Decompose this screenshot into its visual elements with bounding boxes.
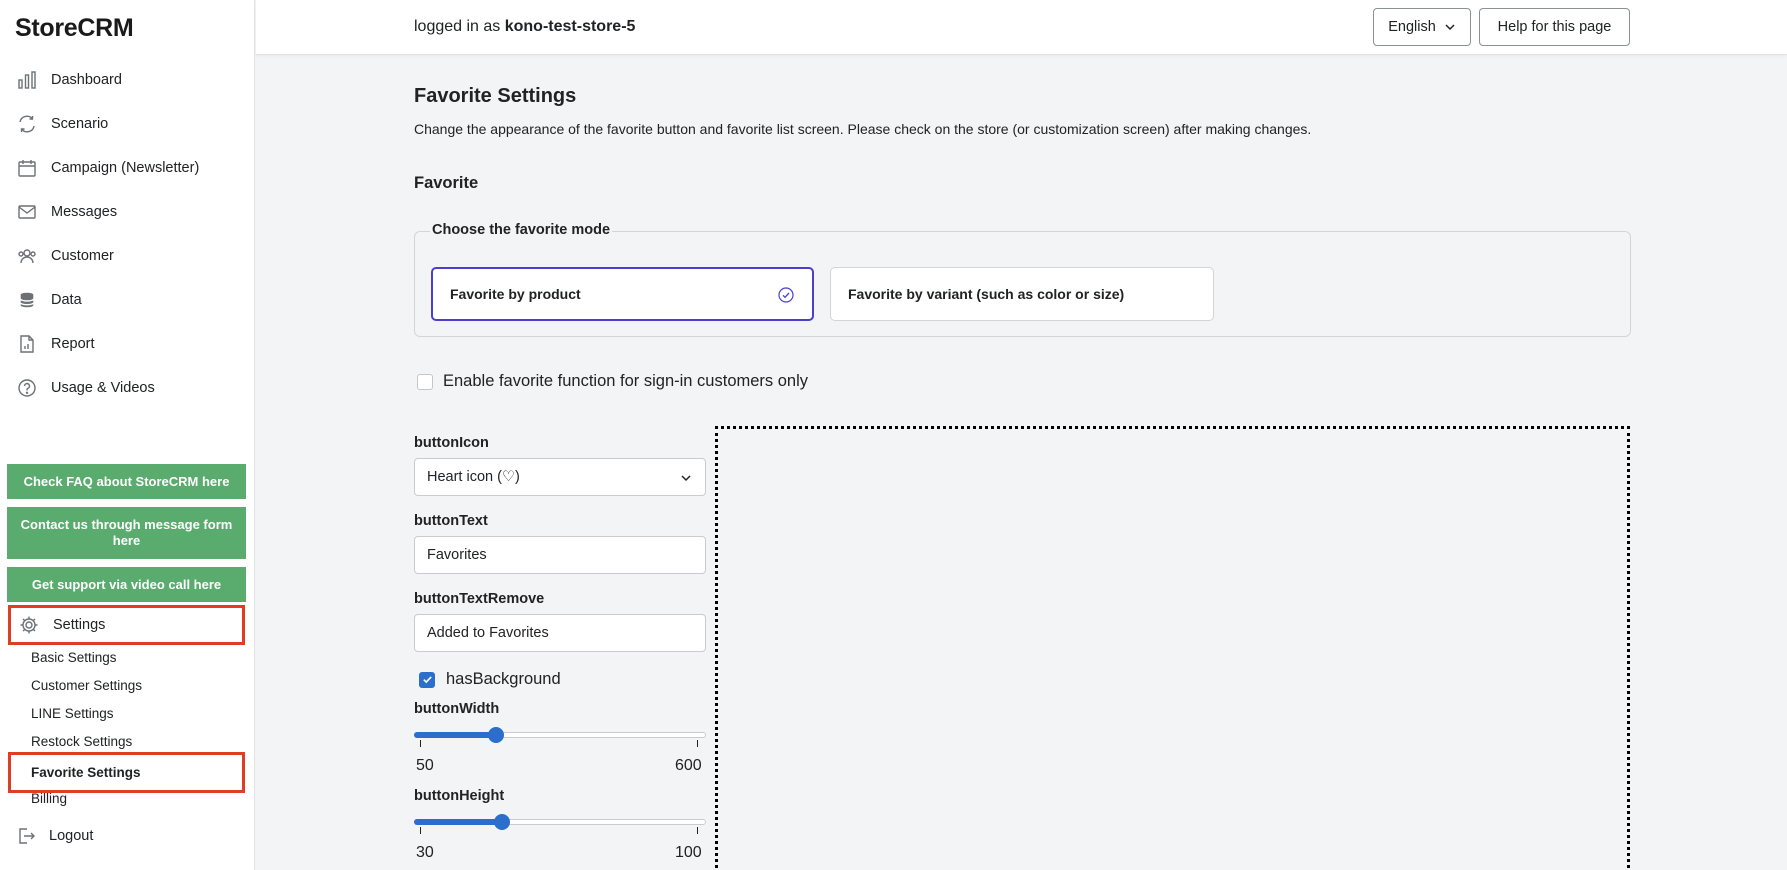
sub-item-restock-settings[interactable]: Restock Settings xyxy=(31,734,132,749)
nav-label: Data xyxy=(51,292,82,308)
mode-option-variant[interactable]: Favorite by variant (such as color or si… xyxy=(830,267,1214,321)
sub-item-customer-settings[interactable]: Customer Settings xyxy=(31,678,142,693)
favorite-mode-legend: Choose the favorite mode xyxy=(430,222,613,238)
settings-label: Settings xyxy=(53,617,106,633)
nav-item-scenario[interactable]: Scenario xyxy=(0,102,255,146)
nav-item-dashboard[interactable]: Dashboard xyxy=(0,58,255,102)
has-background-checkbox[interactable]: hasBackground xyxy=(419,670,561,689)
nav-item-settings[interactable]: Settings xyxy=(8,605,245,645)
nav-label: Customer xyxy=(51,248,114,264)
button-width-slider[interactable] xyxy=(414,727,706,743)
checkmark-icon xyxy=(422,676,432,684)
contact-button[interactable]: Contact us through message form here xyxy=(7,507,246,559)
sub-item-line-settings[interactable]: LINE Settings xyxy=(31,706,114,721)
slider-tick xyxy=(420,740,421,747)
button-height-slider[interactable] xyxy=(414,814,706,830)
language-select[interactable]: English xyxy=(1373,8,1471,46)
slider-tick xyxy=(697,827,698,834)
slider-thumb[interactable] xyxy=(487,727,504,743)
nav-item-usage[interactable]: Usage & Videos xyxy=(0,366,255,410)
button-height-label: buttonHeight xyxy=(414,788,505,804)
checkbox-box[interactable] xyxy=(417,373,433,390)
page-title: Favorite Settings xyxy=(414,85,577,107)
button-icon-select[interactable]: Heart icon (♡) xyxy=(414,458,706,496)
mode-option-label: Favorite by variant (such as color or si… xyxy=(848,286,1125,302)
logged-in-prefix: logged in as xyxy=(414,18,505,35)
nav-item-data[interactable]: Data xyxy=(0,278,255,322)
button-width-label: buttonWidth xyxy=(414,701,500,717)
button-width-max: 600 xyxy=(675,757,702,774)
slider-fill xyxy=(414,819,502,825)
bar-chart-icon xyxy=(16,69,38,91)
nav-item-customer[interactable]: Customer xyxy=(0,234,255,278)
video-support-button[interactable]: Get support via video call here xyxy=(7,567,246,602)
app-logo[interactable]: StoreCRM xyxy=(15,14,134,43)
gear-icon xyxy=(20,616,38,634)
nav-item-messages[interactable]: Messages xyxy=(0,190,255,234)
button-height-min: 30 xyxy=(416,844,434,861)
sub-item-favorite-settings[interactable]: Favorite Settings xyxy=(8,752,245,793)
database-icon xyxy=(16,289,38,311)
sub-item-basic-settings[interactable]: Basic Settings xyxy=(31,650,117,665)
button-width-min: 50 xyxy=(416,757,434,774)
page-description: Change the appearance of the favorite bu… xyxy=(414,121,1312,137)
nav-label: Report xyxy=(51,336,95,352)
sidebar: StoreCRM Dashboard Scenario Campaign (Ne… xyxy=(0,0,255,870)
signin-only-checkbox[interactable]: Enable favorite function for sign-in cus… xyxy=(417,372,808,391)
button-text-remove-input[interactable] xyxy=(414,614,706,652)
logout-icon xyxy=(19,828,35,844)
mail-icon xyxy=(16,201,38,223)
refresh-icon xyxy=(16,113,38,135)
logout-label: Logout xyxy=(49,828,94,844)
question-icon xyxy=(16,377,38,399)
main-nav: Dashboard Scenario Campaign (Newsletter)… xyxy=(0,58,255,410)
nav-item-report[interactable]: Report xyxy=(0,322,255,366)
button-text-input[interactable] xyxy=(414,536,706,574)
signin-only-label: Enable favorite function for sign-in cus… xyxy=(443,372,809,390)
logged-in-text: logged in as kono-test-store-5 xyxy=(414,18,635,36)
button-icon-value: Heart icon (♡) xyxy=(427,469,520,485)
slider-tick xyxy=(697,740,698,747)
sub-item-billing[interactable]: Billing xyxy=(31,791,67,806)
preview-area xyxy=(715,426,1630,870)
has-background-label: hasBackground xyxy=(446,670,561,688)
store-name: kono-test-store-5 xyxy=(504,18,636,35)
nav-label: Campaign (Newsletter) xyxy=(51,160,200,176)
chevron-down-icon xyxy=(1445,24,1455,31)
logout-button[interactable]: Logout xyxy=(16,826,93,846)
nav-label: Scenario xyxy=(51,116,109,132)
button-height-max: 100 xyxy=(675,844,702,861)
chevron-down-icon xyxy=(681,475,691,482)
top-bar: logged in as kono-test-store-5 English H… xyxy=(256,0,1787,55)
users-icon xyxy=(16,245,38,267)
nav-item-campaign[interactable]: Campaign (Newsletter) xyxy=(0,146,255,190)
slider-tick xyxy=(420,827,421,834)
button-icon-label: buttonIcon xyxy=(414,435,489,451)
section-title: Favorite xyxy=(414,174,479,192)
slider-fill xyxy=(414,732,496,738)
mode-option-product[interactable]: Favorite by product xyxy=(431,267,814,321)
faq-button[interactable]: Check FAQ about StoreCRM here xyxy=(7,464,246,499)
language-label: English xyxy=(1388,19,1436,35)
checkbox-box[interactable] xyxy=(419,671,435,688)
nav-label: Usage & Videos xyxy=(51,380,155,396)
report-icon xyxy=(16,333,38,355)
mode-option-label: Favorite by product xyxy=(450,286,581,302)
button-text-remove-label: buttonTextRemove xyxy=(414,591,545,607)
slider-thumb[interactable] xyxy=(493,814,510,830)
check-circle-icon xyxy=(778,287,794,303)
help-button[interactable]: Help for this page xyxy=(1479,8,1630,46)
button-text-label: buttonText xyxy=(414,513,488,529)
nav-label: Messages xyxy=(51,204,118,220)
calendar-icon xyxy=(16,157,38,179)
nav-label: Dashboard xyxy=(51,72,122,88)
